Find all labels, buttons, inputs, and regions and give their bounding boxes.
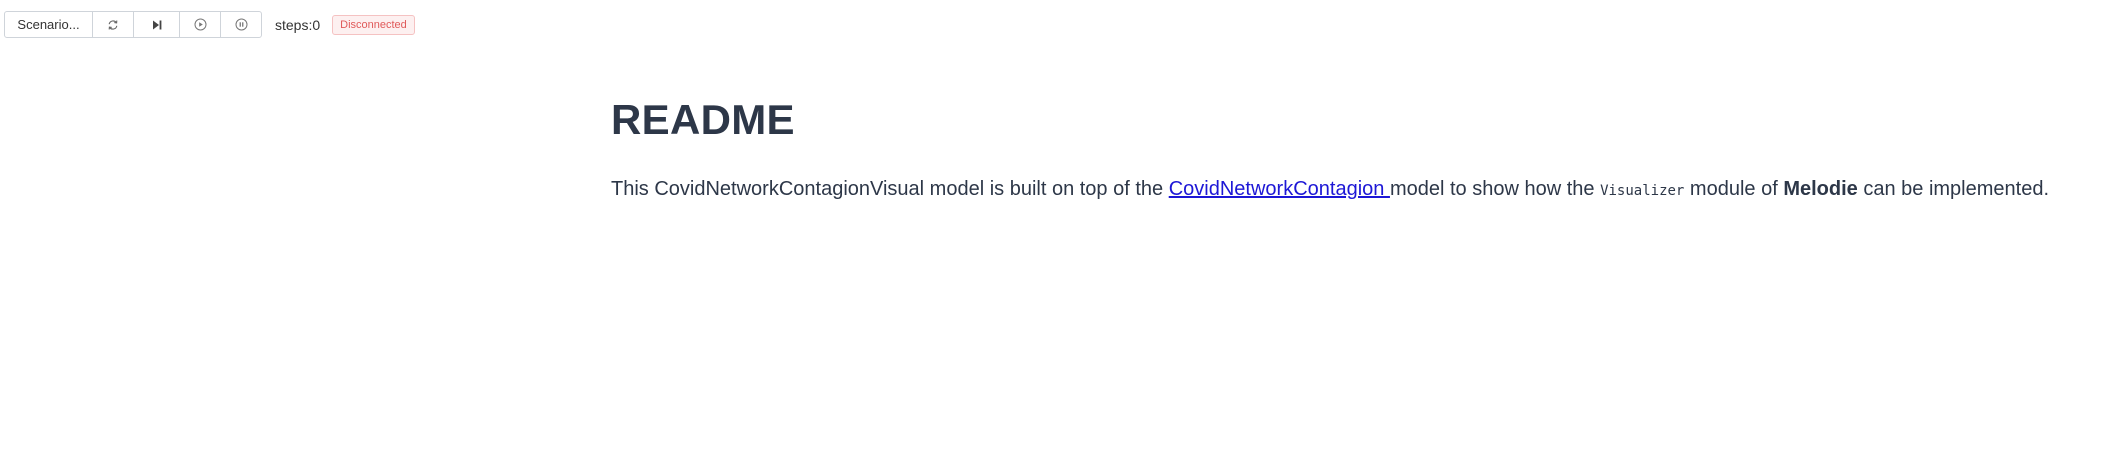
- readme-description: This CovidNetworkContagionVisual model i…: [611, 174, 2049, 206]
- readme-content: README This CovidNetworkContagionVisual …: [611, 92, 2049, 206]
- visualizer-code: Visualizer: [1600, 183, 1685, 199]
- description-text-2: model to show how the: [1389, 178, 1601, 200]
- connection-status-badge: Disconnected: [332, 14, 415, 35]
- pause-circle-icon: [235, 18, 247, 31]
- run-button[interactable]: [180, 12, 221, 37]
- refresh-icon: [108, 19, 118, 30]
- reset-button[interactable]: [93, 12, 134, 37]
- control-button-group: Scenario...: [4, 11, 262, 38]
- step-forward-icon: [152, 20, 161, 29]
- toolbar: Scenario... steps:0 Disconnected: [4, 11, 415, 38]
- description-text-3: module of: [1684, 178, 1784, 200]
- description-text-4: can be implemented.: [1857, 178, 2050, 200]
- description-text-1: This CovidNetworkContagionVisual model i…: [611, 178, 1169, 200]
- melodie-bold: Melodie: [1783, 178, 1858, 200]
- play-circle-icon: [194, 18, 206, 31]
- page-title: README: [611, 96, 795, 143]
- steps-counter: steps:0: [275, 16, 321, 33]
- pause-button[interactable]: [221, 12, 261, 37]
- covid-network-contagion-link[interactable]: CovidNetworkContagion: [1169, 178, 1390, 200]
- scenario-select-button[interactable]: Scenario...: [5, 12, 93, 37]
- step-button[interactable]: [134, 12, 180, 37]
